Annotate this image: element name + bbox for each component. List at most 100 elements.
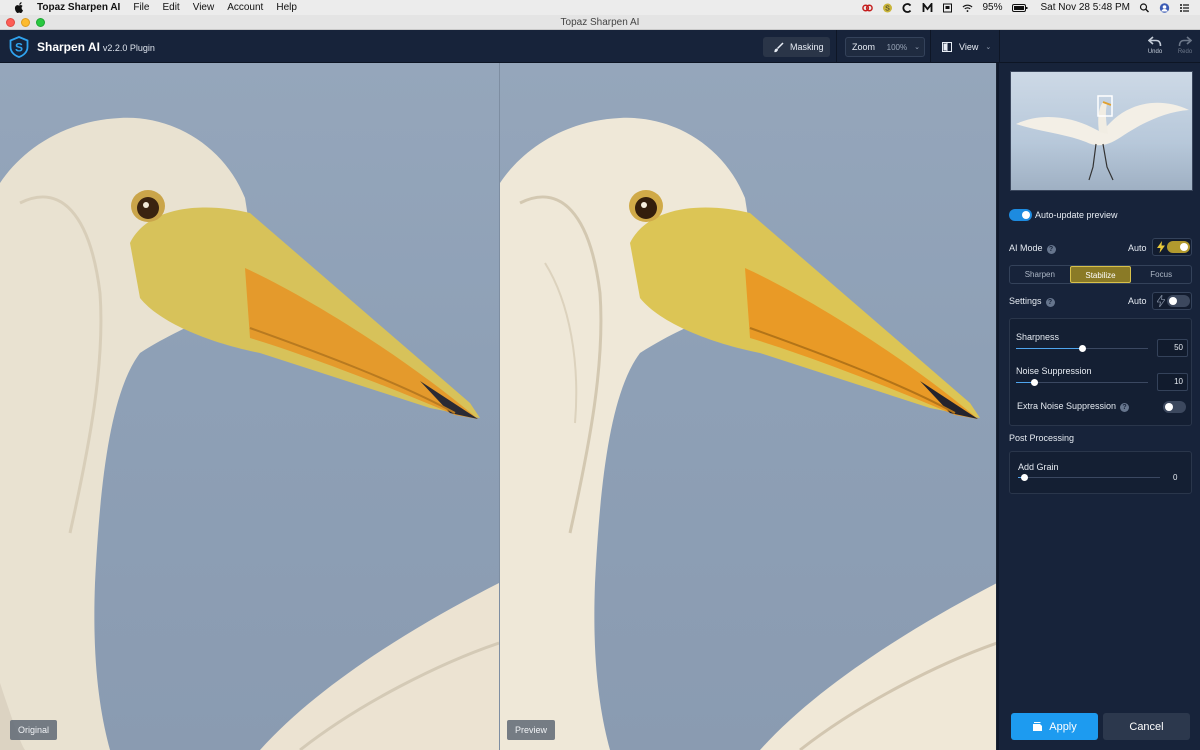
minimize-window-button[interactable] <box>21 18 30 27</box>
ai-mode-auto-toggle[interactable] <box>1167 241 1190 253</box>
lightning-icon <box>1157 241 1165 253</box>
zoom-label: Zoom <box>852 42 876 52</box>
add-grain-slider-handle[interactable] <box>1021 474 1028 481</box>
close-window-button[interactable] <box>6 18 15 27</box>
battery-icon[interactable] <box>1011 3 1028 13</box>
settings-panel: Auto-update preview AI Mode? Auto Sharpe… <box>997 63 1200 750</box>
app-title: Sharpen AI v2.2.0 Plugin <box>37 40 155 54</box>
noise-suppression-label: Noise Suppression <box>1016 366 1092 376</box>
ai-mode-label: AI Mode <box>1009 243 1043 253</box>
app-version: v2.2.0 Plugin <box>102 43 155 53</box>
menu-help[interactable]: Help <box>276 2 297 13</box>
help-icon[interactable]: ? <box>1046 245 1056 254</box>
sharpness-value-input[interactable]: 50 <box>1157 339 1188 357</box>
original-label: Original <box>10 720 58 740</box>
help-icon[interactable]: ? <box>1045 298 1055 307</box>
cancel-label: Cancel <box>1129 720 1164 733</box>
search-icon[interactable] <box>1139 2 1150 13</box>
sharpness-label: Sharpness <box>1016 332 1060 342</box>
lightning-icon <box>1157 295 1165 307</box>
menu-app-name[interactable]: Topaz Sharpen AI <box>37 2 120 13</box>
egret-thumbnail-image <box>1016 95 1189 181</box>
auto-update-label: Auto-update preview <box>1035 210 1118 220</box>
undo-label: Undo <box>1147 49 1163 55</box>
apply-label: Apply <box>1049 720 1077 733</box>
ai-mode-title: AI Mode? <box>1009 243 1056 254</box>
malwarebytes-icon[interactable] <box>922 2 933 13</box>
extra-noise-label: Extra Noise Suppression <box>1017 401 1117 411</box>
svg-text:S: S <box>15 41 23 55</box>
preview-image-pane[interactable]: Preview <box>499 63 996 750</box>
zoom-value: 100% <box>886 42 908 52</box>
preview-label: Preview <box>507 720 556 740</box>
settings-sliders-box: Sharpness 50 Noise Suppression 10 Extra … <box>1009 318 1192 426</box>
egret-original-image <box>0 117 499 750</box>
view-label: View <box>959 42 979 52</box>
creative-cloud-icon[interactable] <box>862 3 874 13</box>
wifi-icon[interactable] <box>962 3 973 13</box>
settings-label: Settings <box>1009 296 1042 306</box>
post-processing-label: Post Processing <box>1009 433 1075 443</box>
split-view-icon <box>942 42 952 52</box>
extra-noise-title: Extra Noise Suppression? <box>1017 401 1130 412</box>
svg-text:S: S <box>886 5 891 12</box>
chevron-down-icon: ⌄ <box>985 44 992 51</box>
settings-auto-toggle[interactable] <box>1167 295 1190 307</box>
menu-account[interactable]: Account <box>227 2 263 13</box>
masking-button[interactable]: Masking <box>763 37 830 57</box>
navigator-thumbnail[interactable] <box>1010 71 1193 191</box>
undo-icon <box>1147 36 1162 47</box>
noise-suppression-value-input[interactable]: 10 <box>1157 373 1188 391</box>
noise-suppression-slider[interactable] <box>1016 379 1148 386</box>
chevron-down-icon: ⌄ <box>914 44 920 51</box>
cancel-button[interactable]: Cancel <box>1103 713 1190 740</box>
evernote-icon[interactable]: S <box>882 3 893 13</box>
original-image-pane[interactable]: Original <box>0 63 499 750</box>
window-titlebar: Topaz Sharpen AI <box>0 15 1200 30</box>
egret-preview-image <box>500 117 996 750</box>
display-icon[interactable] <box>942 3 953 13</box>
noise-suppression-slider-handle[interactable] <box>1031 379 1038 386</box>
mode-stabilize-button[interactable]: Stabilize <box>1069 266 1132 283</box>
post-processing-box: Add Grain 0 <box>1009 451 1192 494</box>
zoom-window-button[interactable] <box>36 18 45 27</box>
redo-button[interactable]: Redo <box>1175 36 1195 55</box>
toolbar-divider <box>999 30 1000 63</box>
user-avatar-icon[interactable] <box>1159 2 1170 13</box>
redo-label: Redo <box>1177 49 1193 55</box>
topaz-logo-icon: S <box>9 36 29 58</box>
add-grain-slider[interactable] <box>1018 474 1160 481</box>
add-grain-value: 0 <box>1173 473 1178 482</box>
sharpness-slider[interactable] <box>1016 345 1148 352</box>
app-name: Sharpen AI <box>37 40 100 54</box>
auto-update-toggle[interactable] <box>1009 209 1032 221</box>
apply-button[interactable]: Apply <box>1011 713 1098 740</box>
settings-auto-label: Auto <box>1128 296 1147 306</box>
menu-view[interactable]: View <box>193 2 215 13</box>
brush-icon <box>774 41 784 52</box>
add-grain-label: Add Grain <box>1018 462 1059 472</box>
control-center-icon[interactable] <box>1179 3 1190 13</box>
apple-icon[interactable] <box>12 2 26 13</box>
ai-mode-auto-label: Auto <box>1128 243 1147 253</box>
toolbar-divider <box>836 30 837 63</box>
view-dropdown[interactable]: View ⌄ <box>940 37 992 57</box>
ai-mode-segmented-control: Sharpen Stabilize Focus <box>1009 265 1192 284</box>
mode-sharpen-button[interactable]: Sharpen <box>1010 266 1070 283</box>
apply-icon <box>1033 722 1043 731</box>
clock[interactable]: Sat Nov 28 5:48 PM <box>1041 2 1131 13</box>
menu-edit[interactable]: Edit <box>162 2 179 13</box>
settings-auto-control[interactable] <box>1152 292 1192 310</box>
ccleaner-icon[interactable] <box>902 2 913 13</box>
battery-percent: 95% <box>982 2 1003 13</box>
zoom-dropdown[interactable]: Zoom 100% ⌄ <box>845 37 925 57</box>
sharpness-slider-handle[interactable] <box>1079 345 1086 352</box>
extra-noise-toggle[interactable] <box>1163 401 1186 413</box>
help-icon[interactable]: ? <box>1120 403 1130 412</box>
app-toolbar: S Sharpen AI v2.2.0 Plugin <box>0 30 1200 63</box>
redo-icon <box>1178 36 1193 47</box>
mode-focus-button[interactable]: Focus <box>1131 266 1191 283</box>
ai-mode-auto-control[interactable] <box>1152 238 1192 256</box>
undo-button[interactable]: Undo <box>1145 36 1165 55</box>
menu-file[interactable]: File <box>133 2 149 13</box>
